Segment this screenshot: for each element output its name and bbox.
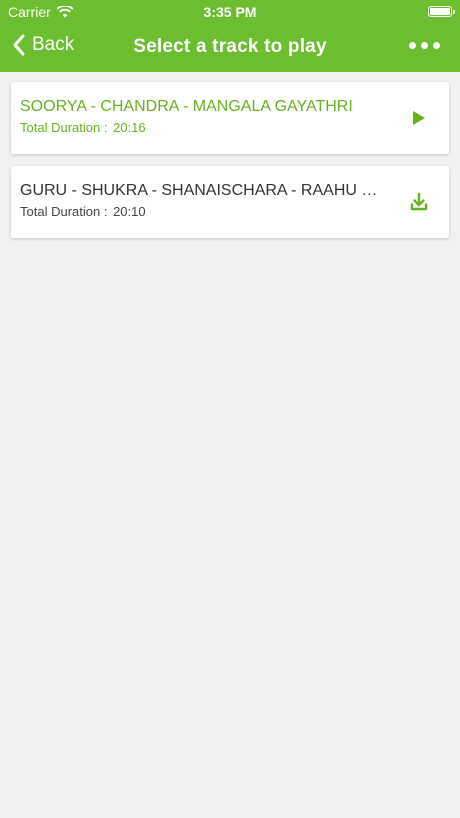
duration-label: Total Duration : [20, 120, 108, 135]
track-duration: Total Duration : 20:10 [20, 204, 146, 219]
track-list: SOORYA - CHANDRA - MANGALA GAYATHRI Tota… [11, 82, 449, 250]
page-title: Select a track to play [133, 36, 327, 57]
navigation-bar: Back Select a track to play [0, 24, 460, 72]
duration-label: Total Duration : [20, 204, 108, 219]
play-icon[interactable] [409, 108, 429, 128]
duration-value: 20:16 [113, 120, 146, 135]
dot-icon [409, 42, 416, 49]
top-bar: Carrier 3:35 PM Back Select a track to p… [0, 0, 460, 72]
more-options-button[interactable] [409, 42, 440, 49]
duration-value: 20:10 [113, 204, 146, 219]
track-item[interactable]: SOORYA - CHANDRA - MANGALA GAYATHRI Tota… [11, 82, 449, 154]
track-title: GURU - SHUKRA - SHANAISCHARA - RAAHU - K… [20, 182, 382, 199]
dot-icon [421, 42, 428, 49]
track-title: SOORYA - CHANDRA - MANGALA GAYATHRI [20, 98, 353, 115]
dot-icon [433, 42, 440, 49]
status-bar: Carrier 3:35 PM [0, 0, 460, 24]
track-duration: Total Duration : 20:16 [20, 120, 146, 135]
battery-icon [428, 6, 455, 17]
track-item[interactable]: GURU - SHUKRA - SHANAISCHARA - RAAHU - K… [11, 166, 449, 238]
download-icon[interactable] [409, 192, 429, 212]
status-time: 3:35 PM [203, 4, 257, 20]
